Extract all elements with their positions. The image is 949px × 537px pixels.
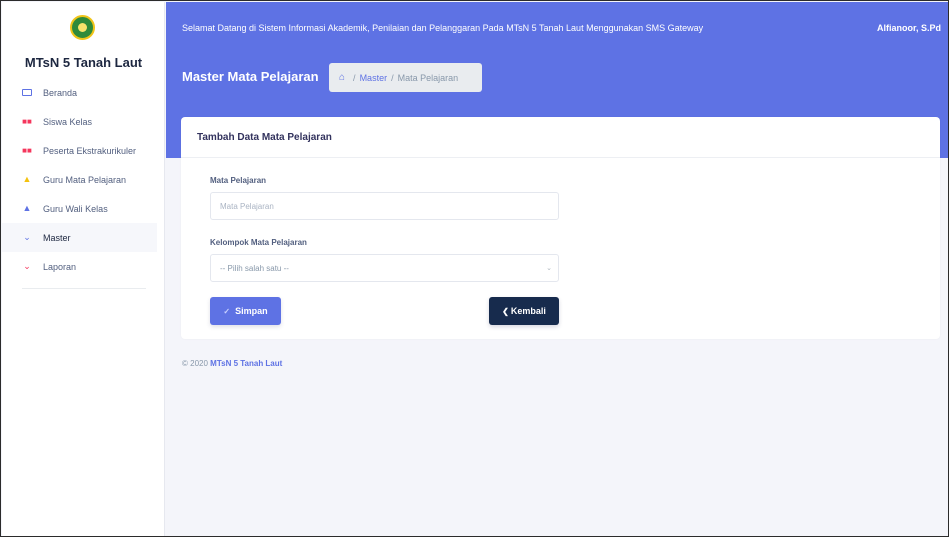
users-icon: ■■ — [22, 116, 32, 126]
sidebar-item-label: Master — [43, 232, 71, 243]
breadcrumb-master[interactable]: Master — [360, 73, 388, 83]
save-button[interactable]: ✓ Simpan — [210, 297, 281, 325]
breadcrumb: ⌂ / Master / Mata Pelajaran — [329, 63, 482, 92]
footer: © 2020 MTsN 5 Tanah Laut — [182, 359, 282, 368]
sidebar-item-beranda[interactable]: Beranda — [2, 78, 165, 107]
sidebar-item-label: Guru Wali Kelas — [43, 203, 108, 214]
sidebar-item-peserta-ekstrakurikuler[interactable]: ■■ Peserta Ekstrakurikuler — [2, 136, 165, 165]
check-icon: ✓ — [223, 306, 231, 316]
breadcrumb-current: Mata Pelajaran — [397, 72, 459, 83]
sidebar-item-guru-wali-kelas[interactable]: ▲ Guru Wali Kelas — [2, 194, 165, 223]
sidebar-item-label: Peserta Ekstrakurikuler — [43, 145, 137, 156]
chevron-down-icon: ⌄ — [23, 232, 31, 242]
breadcrumb-separator: / — [391, 72, 394, 83]
sidebar-item-guru-mata-pelajaran[interactable]: ▲ Guru Mata Pelajaran — [2, 165, 165, 194]
page-title: Master Mata Pelajaran — [182, 69, 319, 84]
sidebar-item-laporan[interactable]: ⌄ Laporan — [2, 252, 165, 281]
back-button-label: Kembali — [510, 306, 546, 316]
sidebar-item-label: Laporan — [43, 261, 77, 272]
sidebar-item-label: Guru Mata Pelajaran — [43, 174, 127, 185]
form-card: Tambah Data Mata Pelajaran Mata Pelajara… — [181, 117, 940, 339]
app-window: MTsN 5 Tanah Laut Beranda ■■ Siswa Kelas… — [0, 0, 949, 537]
card-header: Tambah Data Mata Pelajaran — [181, 117, 940, 158]
monitor-icon — [22, 88, 32, 98]
brand-name: MTsN 5 Tanah Laut — [24, 55, 143, 70]
graduation-cap-icon: ▲ — [22, 203, 32, 213]
graduation-cap-icon: ▲ — [22, 174, 32, 184]
kelompok-label: Kelompok Mata Pelajaran — [210, 238, 307, 247]
mata-pelajaran-input[interactable] — [210, 192, 559, 220]
mata-pelajaran-label: Mata Pelajaran — [210, 176, 267, 185]
card-title: Tambah Data Mata Pelajaran — [197, 131, 332, 143]
user-menu[interactable]: Alfianoor, S.Pd — [877, 23, 941, 33]
welcome-text: Selamat Datang di Sistem Informasi Akade… — [182, 23, 704, 33]
chevron-down-icon: ⌄ — [23, 261, 31, 271]
kelompok-select-value: -- Pilih salah satu -- — [220, 263, 289, 273]
copyright-text: © 2020 — [182, 359, 208, 368]
sidebar-item-label: Beranda — [43, 87, 78, 98]
sidebar-nav: Beranda ■■ Siswa Kelas ■■ Peserta Ekstra… — [2, 78, 165, 281]
sidebar-divider — [22, 288, 146, 289]
save-button-label: Simpan — [235, 306, 268, 316]
footer-org-link[interactable]: MTsN 5 Tanah Laut — [210, 359, 282, 368]
back-button[interactable]: ❮ Kembali — [489, 297, 559, 325]
sidebar: MTsN 5 Tanah Laut Beranda ■■ Siswa Kelas… — [2, 2, 165, 536]
home-icon[interactable]: ⌂ — [339, 72, 345, 83]
sidebar-item-siswa-kelas[interactable]: ■■ Siswa Kelas — [2, 107, 165, 136]
school-logo — [70, 15, 95, 40]
sidebar-item-master[interactable]: ⌄ Master — [2, 223, 157, 252]
users-icon: ■■ — [22, 145, 32, 155]
kelompok-select[interactable]: -- Pilih salah satu -- ⌄ — [210, 254, 559, 282]
breadcrumb-separator: / — [353, 72, 356, 83]
sidebar-item-label: Siswa Kelas — [43, 116, 93, 127]
chevron-left-icon: ❮ — [502, 306, 509, 316]
chevron-down-icon: ⌄ — [546, 265, 552, 272]
